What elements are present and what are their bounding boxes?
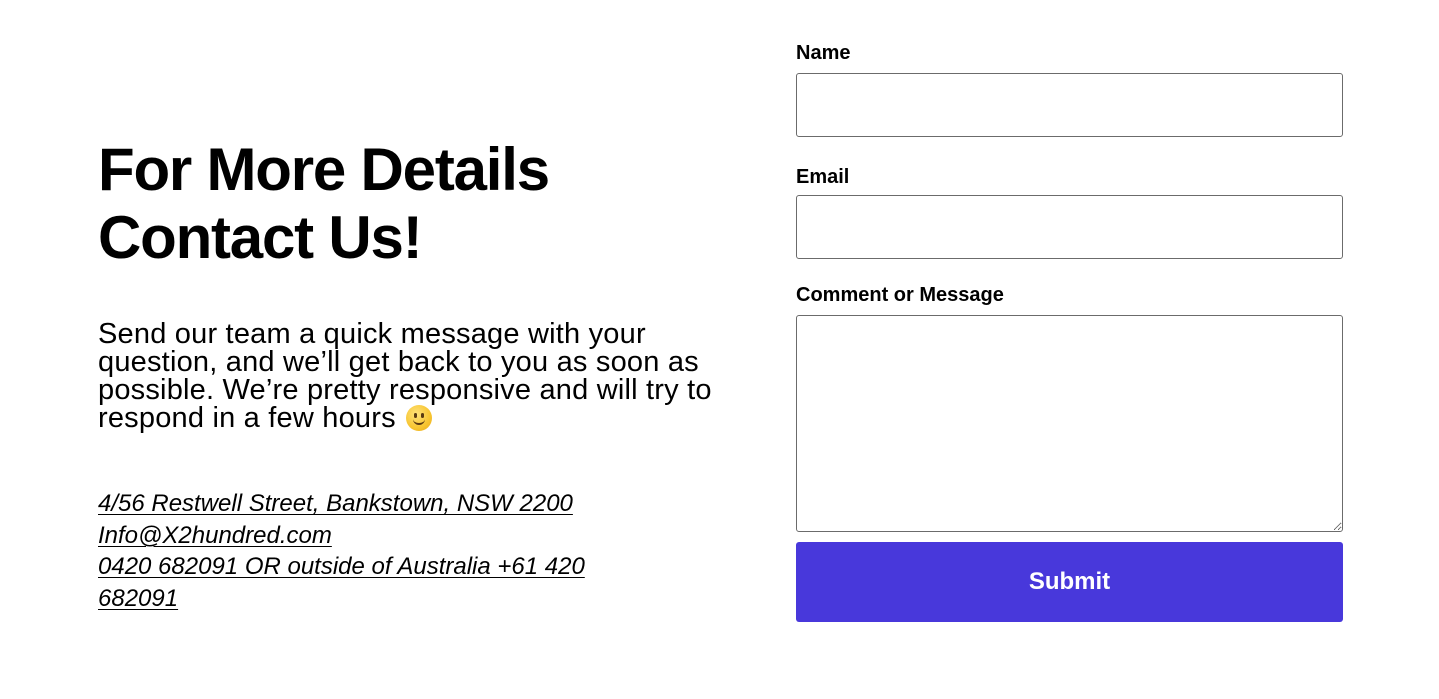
name-input[interactable] <box>796 73 1343 137</box>
page-title: For More Details Contact Us! <box>98 136 550 272</box>
submit-button[interactable]: Submit <box>796 542 1343 622</box>
email-input[interactable] <box>796 195 1343 259</box>
intro-text: Send our team a quick message with your … <box>98 318 712 434</box>
contact-details: 4/56 Restwell Street, Bankstown, NSW 220… <box>98 488 638 614</box>
phone-link[interactable]: 0420 682091 OR outside of Australia +61 … <box>98 551 638 614</box>
name-label: Name <box>796 42 851 64</box>
page-title-line-2: Contact Us! <box>98 204 423 271</box>
address-link[interactable]: 4/56 Restwell Street, Bankstown, NSW 220… <box>98 488 638 520</box>
intro-paragraph: Send our team a quick message with your … <box>98 318 748 434</box>
message-label: Comment or Message <box>796 284 1004 306</box>
slightly-smiling-face-icon <box>406 405 433 431</box>
email-label: Email <box>796 166 850 188</box>
page-title-line-1: For More Details <box>98 136 550 203</box>
email-link[interactable]: Info@X2hundred.com <box>98 520 638 552</box>
message-textarea[interactable] <box>796 315 1343 532</box>
